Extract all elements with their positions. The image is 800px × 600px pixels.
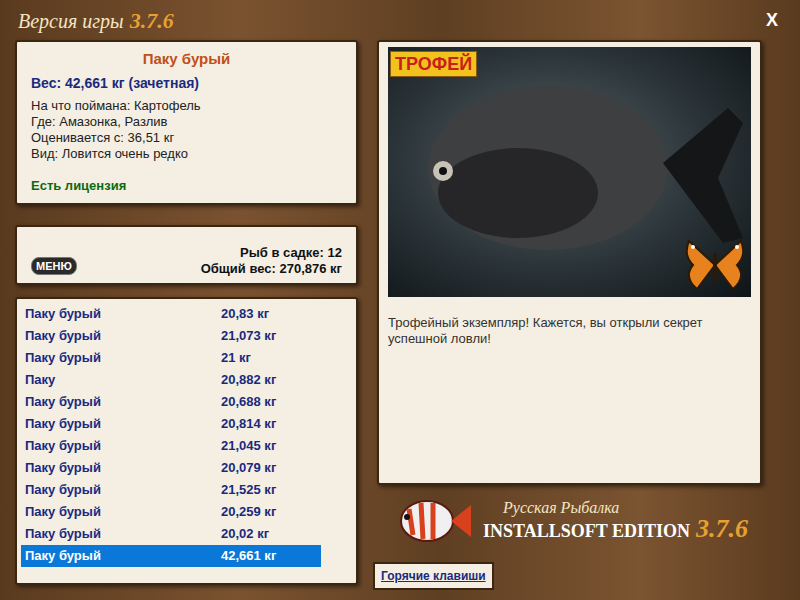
close-button[interactable]: X	[762, 7, 782, 34]
license-status: Есть лицензия	[31, 176, 342, 196]
row-weight: 20,02 кг	[221, 524, 269, 544]
row-name: Паку бурый	[21, 326, 221, 346]
row-weight: 21 кг	[221, 348, 251, 368]
fish-row[interactable]: Паку бурый20,688 кг	[21, 391, 352, 413]
row-name: Паку бурый	[21, 436, 221, 456]
total-weight: Общий вес: 270,876 кг	[201, 261, 342, 277]
fish-row[interactable]: Паку бурый20,259 кг	[21, 501, 352, 523]
row-weight: 20,814 кг	[221, 414, 276, 434]
row-name: Паку бурый	[21, 502, 221, 522]
logo-edition: INSTALLSOFT EDITION	[483, 522, 690, 540]
fish-row[interactable]: Паку бурый21,045 кг	[21, 435, 352, 457]
fish-row[interactable]: Паку бурый20,02 кг	[21, 523, 352, 545]
detail-line: Вид: Ловится очень редко	[31, 146, 342, 162]
row-weight: 21,073 кг	[221, 326, 276, 346]
fish-list: Паку бурый20,83 кгПаку бурый21,073 кгПак…	[15, 297, 358, 585]
fish-count: Рыб в садке: 12	[240, 245, 342, 261]
row-weight: 20,079 кг	[221, 458, 276, 478]
fish-row[interactable]: Паку бурый20,079 кг	[21, 457, 352, 479]
content: Паку бурыйВес: 42,661 кг (зачетная)На чт…	[0, 40, 800, 590]
fish-row[interactable]: Паку бурый42,661 кг	[21, 545, 321, 567]
logo-edition-row: INSTALLSOFT EDITION 3.7.6	[483, 516, 748, 542]
photo-panel: ТРОФЕЙ Трофейный экземпляр! Кажется, вы о…	[377, 40, 762, 485]
trophy-message: Трофейный экземпляр! Кажется, вы открыли…	[379, 297, 760, 347]
row-weight: 20,259 кг	[221, 502, 276, 522]
row-weight: 20,882 кг	[221, 370, 276, 390]
game-window: Версия игры3.7.6XПаку бурыйВес: 42,661 к…	[0, 0, 800, 600]
menu-button[interactable]: МЕНЮ	[31, 257, 77, 276]
fish-details: На что поймана: КартофельГде: Амазонка, …	[31, 98, 342, 162]
logo-version: 3.7.6	[696, 516, 748, 542]
fish-logo-icon	[391, 491, 473, 551]
row-name: Паку бурый	[21, 304, 221, 324]
title-bar: Версия игры3.7.6 X	[0, 0, 800, 40]
fish-photo: ТРОФЕЙ	[388, 47, 751, 297]
row-weight: 20,688 кг	[221, 392, 276, 412]
game-logo: Русская Рыбалка INSTALLSOFT EDITION 3.7.6	[377, 485, 762, 557]
left-column: Паку бурыйВес: 42,661 кг (зачетная)На чт…	[15, 40, 358, 590]
catch-card: Паку бурыйВес: 42,661 кг (зачетная) На чт…	[15, 40, 358, 205]
fish-row[interactable]: Паку бурый21,073 кг	[21, 325, 352, 347]
row-name: Паку бурый	[21, 480, 221, 500]
fish-row[interactable]: Паку20,882 кг	[21, 369, 352, 391]
keepnet-card: МЕНЮ Рыб в садке: 12Общий вес: 270,876 кг	[15, 225, 358, 285]
row-name: Паку бурый	[21, 392, 221, 412]
hotkeys-button[interactable]: Горячие клавиши	[373, 562, 494, 590]
detail-line: На что поймана: Картофель	[31, 98, 342, 114]
logo-title: Русская Рыбалка	[483, 500, 748, 516]
fish-row[interactable]: Паку бурый21 кг	[21, 347, 352, 369]
trophy-badge: ТРОФЕЙ	[390, 51, 477, 77]
right-column: ТРОФЕЙ Трофейный экземпляр! Кажется, вы о…	[377, 40, 762, 590]
fish-row[interactable]: Паку бурый20,83 кг	[21, 303, 352, 325]
butterfly-icon	[683, 235, 747, 295]
row-weight: 21,045 кг	[221, 436, 276, 456]
row-weight: 21,525 кг	[221, 480, 276, 500]
version-text: 3.7.6	[130, 4, 174, 37]
fish-row[interactable]: Паку бурый20,814 кг	[21, 413, 352, 435]
detail-line: Где: Амазонка, Разлив	[31, 114, 342, 130]
row-name: Паку бурый	[21, 546, 221, 566]
row-name: Паку бурый	[21, 524, 221, 544]
detail-line: Оценивается с: 36,51 кг	[31, 130, 342, 146]
logo-text: Русская Рыбалка INSTALLSOFT EDITION 3.7.6	[483, 500, 748, 542]
window-title: Версия игры3.7.6	[18, 4, 174, 37]
fish-weight: Вес: 42,661 кг (зачетная)	[31, 73, 342, 94]
row-weight: 42,661 кг	[221, 546, 276, 566]
row-name: Паку бурый	[21, 348, 221, 368]
title-text: Версия игры	[18, 6, 124, 36]
row-name: Паку бурый	[21, 414, 221, 434]
row-name: Паку бурый	[21, 458, 221, 478]
row-weight: 20,83 кг	[221, 304, 269, 324]
row-name: Паку	[21, 370, 221, 390]
fish-row[interactable]: Паку бурый21,525 кг	[21, 479, 352, 501]
fish-name: Паку бурый	[31, 48, 342, 71]
keepnet-summary: Рыб в садке: 12Общий вес: 270,876 кг	[201, 245, 342, 277]
